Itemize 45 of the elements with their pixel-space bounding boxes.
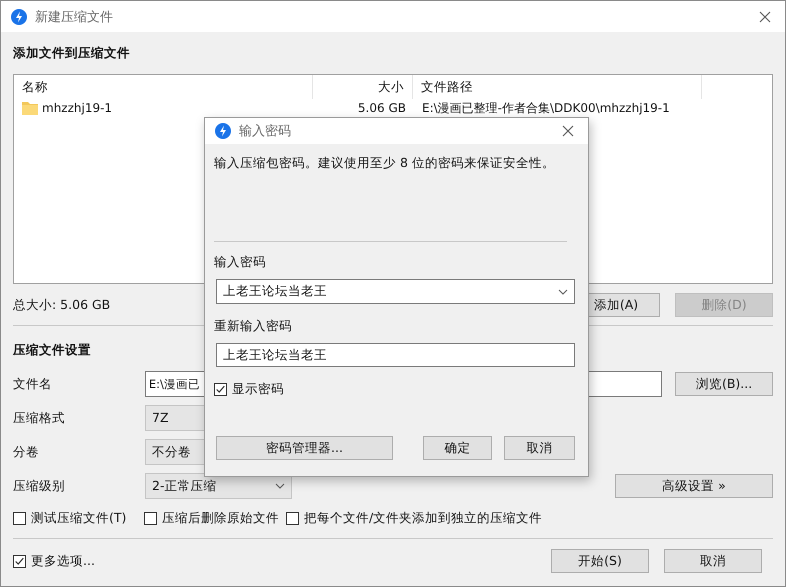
folder-icon — [22, 101, 38, 115]
checkbox-label: 把每个文件/文件夹添加到独立的压缩文件 — [304, 510, 542, 526]
dialog-button[interactable]: 取消 — [504, 436, 575, 460]
checkbox-label: 更多选项... — [31, 552, 95, 570]
confirm-password-field[interactable]: 上老王论坛当老王 — [216, 343, 575, 367]
checkbox[interactable] — [144, 512, 157, 524]
field-label: 输入密码 — [214, 253, 267, 271]
field-label: 分卷 — [13, 444, 40, 460]
chevron-down-icon — [275, 483, 285, 489]
dialog-button[interactable]: 取消 — [664, 549, 762, 573]
window-title: 新建压缩文件 — [35, 8, 113, 26]
chevron-down-icon[interactable] — [558, 288, 568, 294]
close-icon[interactable] — [759, 10, 771, 22]
file-size: 5.06 GB — [356, 101, 407, 115]
checkbox-label: 测试压缩文件(T) — [31, 510, 126, 526]
dialog-button[interactable]: 确定 — [423, 436, 492, 460]
file-path: E:\漫画已整理-作者合集\DDK00\mhzzhj19-1 — [421, 100, 671, 116]
select-field[interactable]: 2-正常压缩 — [145, 473, 292, 499]
checkbox-label: 显示密码 — [232, 381, 284, 398]
column-header[interactable]: 大小 — [313, 75, 413, 99]
checkbox[interactable] — [13, 512, 26, 524]
checkbox[interactable] — [13, 554, 26, 568]
password-field[interactable]: 上老王论坛当老王 — [216, 279, 575, 304]
dialog-button[interactable]: 开始(S) — [551, 549, 649, 573]
password-manager-button[interactable]: 密码管理器... — [216, 436, 393, 460]
app-icon — [11, 8, 27, 24]
field-label: 文件名 — [13, 376, 53, 392]
section-heading: 压缩文件设置 — [13, 341, 91, 359]
dialog-message: 输入压缩包密码。建议使用至少 8 位的密码来保证安全性。 — [214, 154, 556, 172]
section-heading: 添加文件到压缩文件 — [13, 44, 130, 62]
total-size: 总大小: 5.06 GB — [13, 296, 110, 314]
advanced-settings-button[interactable]: 高级设置 » — [615, 474, 773, 498]
field-label: 重新输入密码 — [214, 317, 293, 335]
field-label: 压缩格式 — [13, 410, 66, 426]
checkbox[interactable] — [286, 512, 299, 524]
column-header[interactable]: 名称 — [14, 75, 314, 99]
checkbox[interactable] — [214, 383, 227, 396]
browse-button[interactable]: 浏览(B)... — [675, 372, 774, 396]
close-icon[interactable] — [562, 125, 574, 137]
file-name: mhzzhj19-1 — [42, 101, 112, 115]
app-icon — [215, 123, 231, 139]
field-label: 压缩级别 — [13, 478, 66, 494]
dialog-title: 输入密码 — [239, 123, 291, 140]
column-header[interactable]: 文件路径 — [412, 75, 702, 99]
checkbox-label: 压缩后删除原始文件 — [162, 510, 279, 526]
